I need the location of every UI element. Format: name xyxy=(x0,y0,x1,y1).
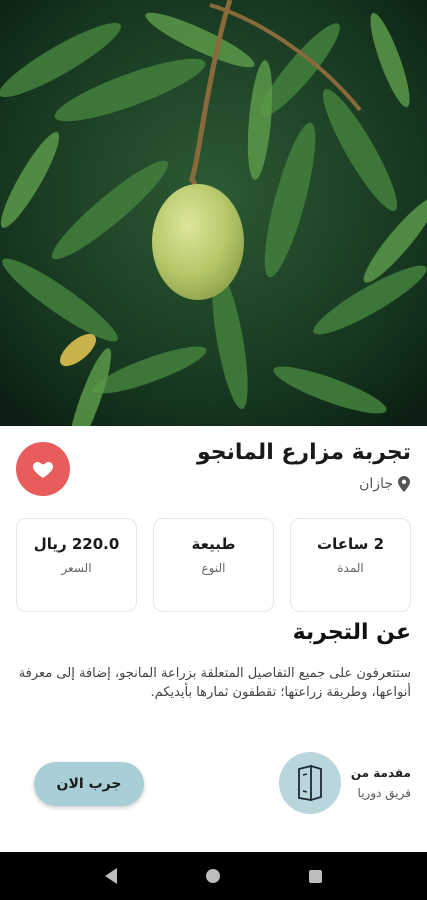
price-label: السعر xyxy=(61,561,92,575)
try-now-button[interactable]: جرب الان xyxy=(34,762,144,806)
duration-card: 2 ساعات المدة xyxy=(290,518,411,612)
location: جازان xyxy=(359,476,411,492)
home-icon[interactable] xyxy=(205,869,220,883)
host-info: مقدمة من فريق دوريا xyxy=(278,752,411,814)
price-value: 220.0 ريال xyxy=(33,535,120,553)
host-name: فريق دوريا xyxy=(357,786,411,800)
host-label: مقدمة من xyxy=(350,766,411,780)
location-label: جازان xyxy=(359,476,393,492)
price-card: 220.0 ريال السعر xyxy=(16,518,137,612)
door-icon xyxy=(297,765,322,801)
recent-apps-icon[interactable] xyxy=(309,869,323,883)
location-pin-icon xyxy=(398,476,410,492)
heart-icon xyxy=(32,462,54,478)
back-icon[interactable] xyxy=(104,868,117,884)
system-nav-bar xyxy=(0,852,427,900)
type-label: النوع xyxy=(201,561,226,575)
type-card: طبيعة النوع xyxy=(153,518,274,612)
favorite-button[interactable] xyxy=(16,442,70,496)
host-avatar[interactable] xyxy=(278,752,341,814)
about-text: ستتعرفون على جميع التفاصيل المتعلقة بزرا… xyxy=(18,666,411,700)
experience-title: تجربة مزارع المانجو xyxy=(197,440,411,465)
duration-label: المدة xyxy=(337,561,364,575)
about-title: عن التجربة xyxy=(292,620,411,645)
type-value: طبيعة xyxy=(191,535,236,553)
duration-value: 2 ساعات xyxy=(317,535,384,553)
info-cards: 2 ساعات المدة طبيعة النوع 220.0 ريال الس… xyxy=(16,518,411,612)
hero-image xyxy=(0,0,427,426)
